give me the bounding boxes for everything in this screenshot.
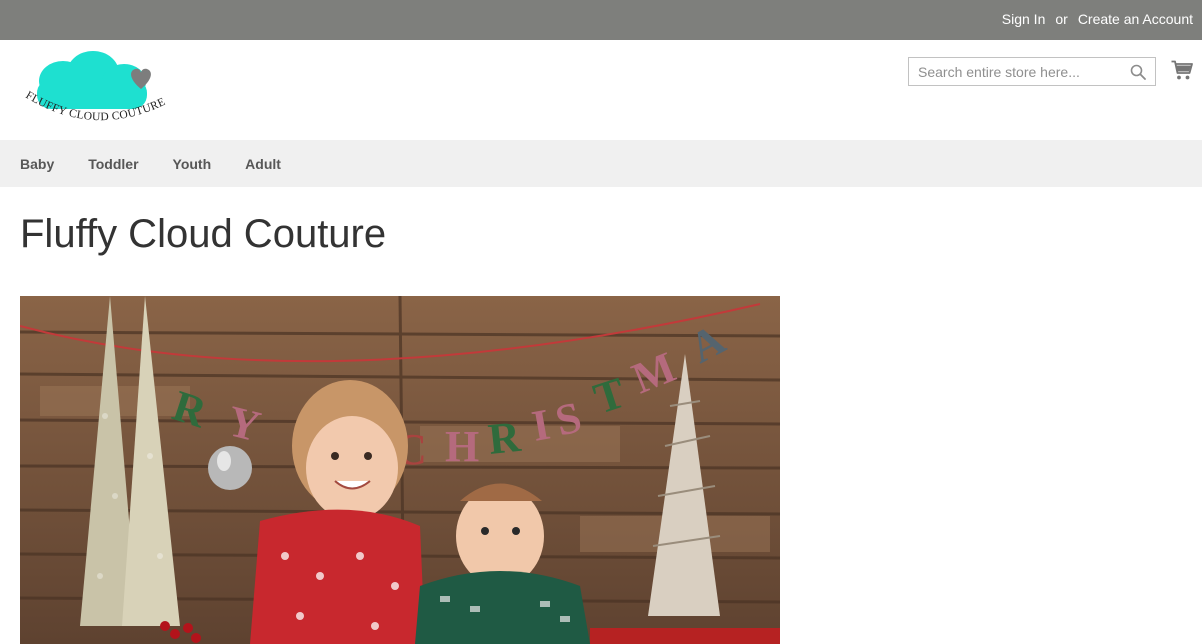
nav-item-youth[interactable]: Youth (173, 156, 212, 172)
nav-item-adult[interactable]: Adult (245, 156, 281, 172)
main-navigation: Baby Toddler Youth Adult (0, 140, 1202, 187)
page-title: Fluffy Cloud Couture (20, 212, 387, 256)
logo-graphic: FLUFFY CLOUD COUTURE (24, 51, 167, 123)
svg-text:H: H (445, 422, 479, 471)
store-logo[interactable]: FLUFFY CLOUD COUTURE (21, 49, 167, 131)
header: FLUFFY CLOUD COUTURE (0, 40, 1202, 140)
nav-item-baby[interactable]: Baby (20, 156, 54, 172)
cart-icon[interactable] (1171, 59, 1193, 81)
hero-image: R Y C H R I S T M A (20, 296, 780, 644)
account-links: Sign In or Create an Account (1002, 11, 1193, 27)
sign-in-link[interactable]: Sign In (1002, 11, 1046, 27)
search-icon[interactable] (1130, 64, 1146, 80)
svg-text:R: R (486, 412, 524, 464)
create-account-link[interactable]: Create an Account (1078, 11, 1193, 27)
search-input[interactable] (909, 58, 1128, 85)
links-separator: or (1055, 11, 1068, 27)
top-bar: Sign In or Create an Account (0, 0, 1202, 40)
search-box (908, 57, 1156, 86)
nav-item-toddler[interactable]: Toddler (88, 156, 138, 172)
